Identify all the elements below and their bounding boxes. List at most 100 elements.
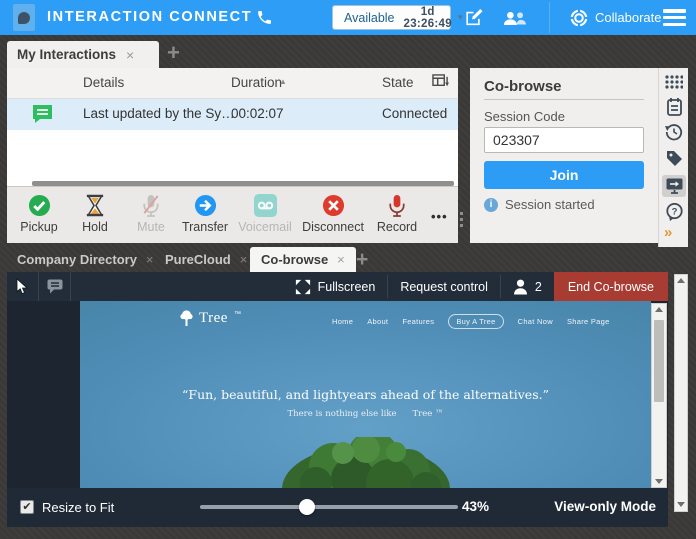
view-mode-label: View-only Mode: [554, 499, 656, 514]
close-icon[interactable]: ×: [146, 252, 154, 267]
record-icon: [387, 194, 407, 217]
zoom-slider-track[interactable]: [200, 505, 458, 509]
cobrowse-toolbar: Fullscreen Request control 2 End Co-brow…: [7, 272, 668, 301]
pickup-icon: [28, 194, 51, 217]
cobrowse-status-bar: ✔ Resize to Fit 43% View-only Mode: [7, 488, 668, 527]
nav-chat-now[interactable]: Chat Now: [518, 317, 553, 326]
transfer-icon: [194, 194, 217, 217]
workspace-scrollbar[interactable]: [674, 274, 688, 512]
join-button[interactable]: Join: [484, 161, 644, 189]
request-control-button[interactable]: Request control: [388, 272, 500, 301]
tab-label: Company Directory: [17, 252, 137, 267]
end-cobrowse-button[interactable]: End Co-browse: [554, 272, 668, 301]
scroll-up-icon[interactable]: [652, 307, 666, 312]
transfer-button[interactable]: Transfer: [179, 194, 231, 234]
mute-icon: [141, 194, 161, 217]
people-icon: [503, 10, 527, 27]
nav-buy-a-tree[interactable]: Buy A Tree: [448, 314, 503, 329]
panel-splitter[interactable]: [460, 212, 463, 227]
scroll-up-icon[interactable]: [675, 278, 687, 283]
column-state[interactable]: State: [382, 75, 414, 90]
top-bar: INTERACTION CONNECT Available 1d 23:26:4…: [0, 0, 696, 35]
pickup-button[interactable]: Pickup: [13, 194, 65, 234]
app-title: INTERACTION CONNECT: [47, 9, 252, 25]
trademark: ™: [234, 311, 241, 318]
svg-text:?: ?: [671, 207, 677, 218]
nav-home[interactable]: Home: [332, 317, 353, 326]
nav-share-page[interactable]: Share Page: [567, 317, 610, 326]
nav-features[interactable]: Features: [402, 317, 434, 326]
mute-button: Mute: [125, 194, 177, 234]
zoom-slider-thumb[interactable]: [299, 499, 315, 515]
apps-grid-icon: [665, 75, 683, 89]
menu-button[interactable]: [663, 9, 686, 26]
compose-button[interactable]: [458, 7, 488, 29]
sort-asc-icon[interactable]: ▲: [279, 77, 287, 86]
page-scrollbar[interactable]: [651, 303, 667, 488]
hold-button[interactable]: Hold: [69, 194, 121, 234]
tab-company-directory[interactable]: Company Directory ×: [17, 247, 154, 272]
scroll-down-icon[interactable]: [675, 502, 687, 507]
history-icon: [665, 123, 683, 141]
apps-button[interactable]: [662, 71, 686, 93]
collaborate-button[interactable]: Collaborate: [560, 0, 672, 35]
directory-button[interactable]: [500, 7, 530, 29]
collapse-rail-button[interactable]: »: [664, 224, 672, 241]
scroll-down-icon[interactable]: [652, 479, 666, 484]
tab-purecloud[interactable]: PureCloud ×: [165, 247, 247, 272]
close-icon[interactable]: ×: [126, 47, 134, 63]
side-icon-rail: ? »: [658, 68, 688, 247]
notes-button[interactable]: [662, 96, 686, 118]
tab-label: Co-browse: [261, 252, 328, 267]
column-details[interactable]: Details: [83, 75, 124, 90]
panel-title: Co-browse: [484, 78, 562, 95]
app-logo: [13, 4, 35, 31]
fullscreen-button[interactable]: Fullscreen: [283, 272, 388, 301]
close-icon[interactable]: ×: [337, 252, 345, 267]
interaction-row[interactable]: Last updated by the Sy… 00:02:07 Connect…: [7, 99, 458, 130]
session-status-text: Session started: [505, 197, 595, 212]
status-selector[interactable]: Available 1d 23:26:49 ▾: [332, 5, 451, 30]
tab-label: PureCloud: [165, 252, 231, 267]
cobrowse-rail-button[interactable]: [662, 175, 686, 197]
tab-cobrowse[interactable]: Co-browse ×: [250, 247, 356, 272]
column-picker-icon[interactable]: [432, 74, 449, 90]
collaborate-icon: [570, 9, 588, 27]
status-timer: 1d 23:26:49: [404, 6, 452, 30]
add-tab-button[interactable]: +: [356, 248, 368, 272]
column-duration[interactable]: Duration: [231, 75, 282, 90]
compose-icon: [464, 9, 483, 27]
status-label: Available: [344, 11, 395, 25]
resize-to-fit-checkbox[interactable]: ✔: [20, 500, 34, 514]
help-icon: ?: [666, 203, 683, 221]
zoom-value: 43%: [462, 499, 489, 514]
tags-button[interactable]: [662, 147, 686, 169]
add-tab-button[interactable]: +: [167, 43, 180, 63]
tab-label: My Interactions: [17, 47, 116, 62]
tab-my-interactions[interactable]: My Interactions ×: [7, 41, 159, 68]
help-button[interactable]: ?: [662, 201, 686, 223]
session-code-label: Session Code: [484, 109, 565, 124]
row-details: Last updated by the Sy…: [83, 106, 235, 121]
session-code-input[interactable]: [484, 127, 644, 153]
more-options-button[interactable]: •••: [431, 209, 448, 224]
cursor-icon: [16, 278, 29, 295]
subline-text: There is nothing else like: [287, 409, 396, 419]
close-icon[interactable]: ×: [240, 252, 248, 267]
chat-tool-button[interactable]: [39, 272, 71, 301]
participants-button[interactable]: 2: [501, 272, 554, 301]
row-duration: 00:02:07: [231, 106, 284, 121]
tag-icon: [666, 150, 683, 167]
session-status: i Session started: [484, 197, 595, 212]
fullscreen-label: Fullscreen: [318, 280, 376, 294]
voicemail-button: Voicemail: [239, 194, 291, 234]
nav-about[interactable]: About: [367, 317, 388, 326]
scrollbar-thumb[interactable]: [654, 320, 664, 402]
record-button[interactable]: Record: [371, 194, 423, 234]
person-icon: [513, 279, 528, 295]
history-button[interactable]: [662, 121, 686, 143]
hold-label: Hold: [82, 220, 108, 234]
divider: [484, 99, 644, 100]
disconnect-button[interactable]: Disconnect: [307, 194, 359, 234]
pointer-tool-button[interactable]: [7, 272, 39, 301]
